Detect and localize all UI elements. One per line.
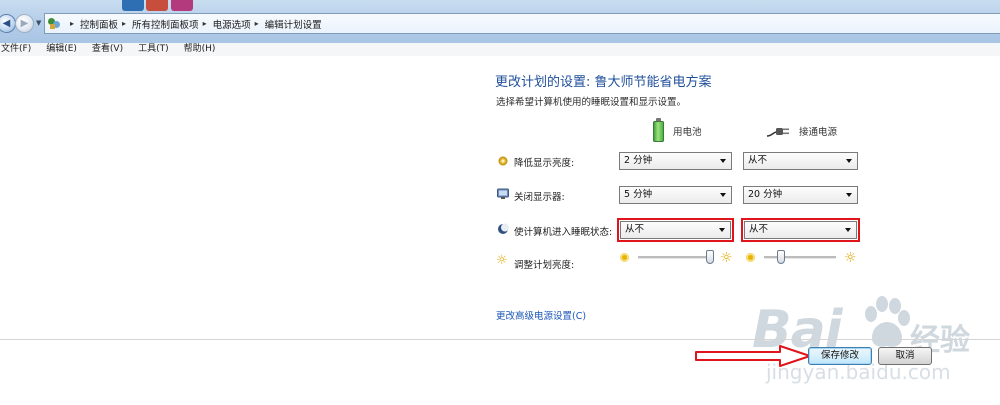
dim-display-icon (497, 155, 509, 167)
slider-track (764, 256, 836, 259)
sleep-moon-icon (497, 223, 509, 235)
monitor-icon (497, 188, 509, 200)
forward-button[interactable]: ▶ (15, 14, 34, 33)
brightness-high-icon: ☼ (844, 250, 857, 266)
setting-label-sleep: 使计算机进入睡眠状态: (514, 227, 613, 238)
breadcrumb-control-panel[interactable]: 控制面板 (80, 17, 118, 31)
battery-icon (653, 117, 664, 142)
column-header-plugged: 接通电源 (766, 120, 837, 142)
column-label-plugged: 接通电源 (799, 127, 838, 138)
chevron-right-icon[interactable]: ▸ (70, 19, 74, 28)
slider-thumb[interactable] (706, 250, 714, 264)
slider-thumb[interactable] (776, 250, 785, 264)
history-dropdown-icon[interactable]: ▼ (36, 19, 41, 27)
watermark-paw-icon (865, 296, 910, 347)
page-subtitle: 选择希望计算机使用的睡眠设置和显示设置。 (496, 97, 687, 108)
brightness-high-icon: ☼ (720, 250, 733, 266)
footer-divider (0, 339, 1000, 340)
turn-off-display-battery-value: 5 分钟 (624, 189, 653, 200)
breadcrumb-all-items[interactable]: 所有控制面板项 (132, 17, 199, 31)
breadcrumb-edit-plan[interactable]: 编辑计划设置 (265, 17, 322, 31)
brightness-sun-icon: ☼ (496, 253, 508, 268)
cancel-button[interactable]: 取消 (878, 347, 932, 365)
menu-edit[interactable]: 编辑(E) (44, 43, 79, 56)
slider-track (638, 256, 714, 259)
sleep-battery-select[interactable]: 从不 (617, 218, 734, 242)
chevron-right-icon[interactable]: ▸ (203, 19, 207, 28)
dropdown-arrow-icon (719, 228, 725, 232)
turn-off-display-plugged-value: 20 分钟 (748, 189, 783, 200)
save-button[interactable]: 保存修改 (808, 347, 872, 365)
dropdown-arrow-icon (845, 228, 851, 232)
taskbar-fragment (122, 0, 144, 11)
menu-view[interactable]: 查看(V) (90, 43, 125, 56)
menu-help[interactable]: 帮助(H) (182, 43, 218, 56)
brightness-low-icon (620, 253, 629, 262)
chevron-right-icon[interactable]: ▸ (255, 19, 259, 28)
dim-display-plugged-value: 从不 (748, 155, 768, 166)
setting-label-turn-off-display: 关闭显示器: (514, 192, 565, 203)
taskbar-fragment (146, 0, 168, 11)
power-plug-icon (766, 128, 789, 137)
setting-label-dim-display: 降低显示亮度: (514, 158, 575, 169)
setting-label-brightness: 调整计划亮度: (514, 260, 575, 271)
chevron-right-icon[interactable]: ▸ (122, 19, 126, 28)
menu-file[interactable]: 文件(F) (0, 43, 33, 56)
turn-off-display-plugged-select[interactable]: 20 分钟 (743, 186, 858, 204)
control-panel-icon (48, 17, 61, 30)
dim-display-battery-value: 2 分钟 (624, 155, 653, 166)
back-arrow-icon: ◀ (2, 17, 11, 29)
menu-bar: 文件(F) 编辑(E) 查看(V) 工具(T) 帮助(H) (0, 43, 1000, 56)
annotation-arrow (695, 345, 811, 367)
dim-display-battery-select[interactable]: 2 分钟 (619, 152, 732, 170)
column-label-battery: 用电池 (673, 127, 702, 138)
sleep-battery-value: 从不 (625, 224, 645, 235)
dropdown-arrow-icon (720, 193, 726, 197)
page-title: 更改计划的设置: 鲁大师节能省电方案 (495, 75, 712, 90)
dropdown-arrow-icon (720, 159, 726, 163)
breadcrumb-power-options[interactable]: 电源选项 (213, 17, 251, 31)
dropdown-arrow-icon (846, 193, 852, 197)
menu-tools[interactable]: 工具(T) (136, 43, 171, 56)
brightness-plugged-slider[interactable] (764, 249, 836, 265)
dropdown-arrow-icon (846, 159, 852, 163)
brightness-low-icon (746, 253, 755, 262)
forward-arrow-icon: ▶ (20, 17, 29, 29)
advanced-power-settings-link[interactable]: 更改高级电源设置(C) (496, 308, 586, 322)
brightness-battery-slider[interactable] (638, 249, 714, 265)
column-header-battery: 用电池 (653, 117, 702, 142)
address-bar[interactable]: ▸ 控制面板 ▸ 所有控制面板项 ▸ 电源选项 ▸ 编辑计划设置 (44, 13, 1000, 34)
sleep-plugged-select[interactable]: 从不 (741, 218, 860, 242)
sleep-plugged-value: 从不 (749, 224, 769, 235)
turn-off-display-battery-select[interactable]: 5 分钟 (619, 186, 732, 204)
dim-display-plugged-select[interactable]: 从不 (743, 152, 858, 170)
taskbar-fragment (171, 0, 193, 11)
